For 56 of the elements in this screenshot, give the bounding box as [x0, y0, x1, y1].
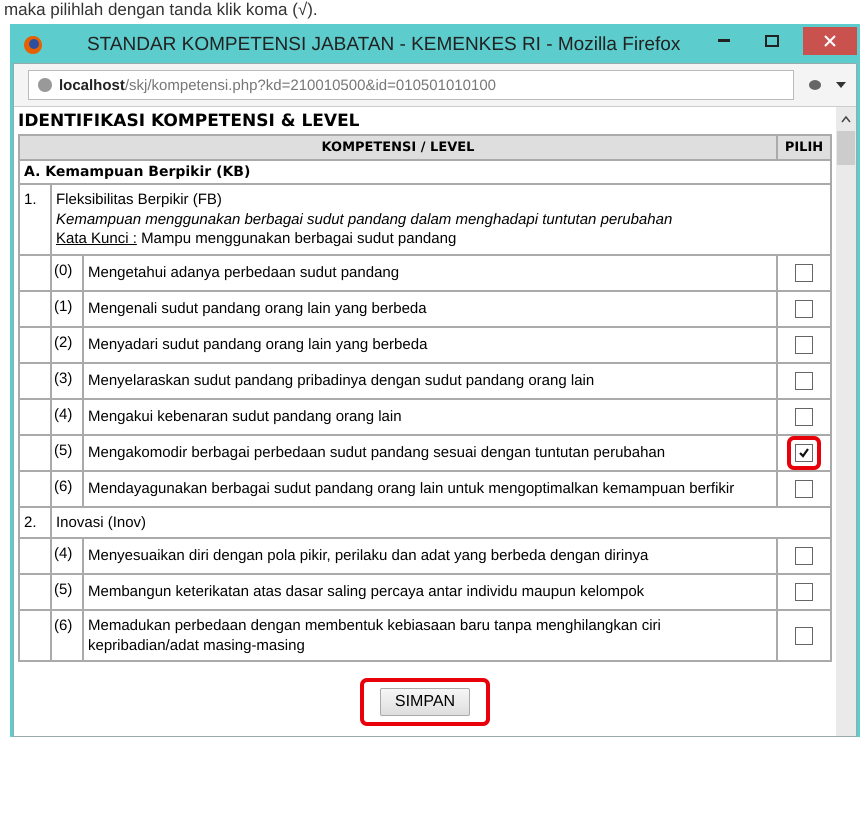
checkbox[interactable]	[795, 480, 813, 498]
level-description: Memadukan perbedaan dengan membentuk kebiasaan baru tanpa menghilangkan ciri kepribadian/adat masing-masing	[83, 610, 777, 661]
checkbox[interactable]	[795, 626, 813, 644]
level-number: (6)	[51, 610, 83, 661]
competency-number: 1.	[19, 184, 51, 254]
competency-name: Fleksibilitas Berpikir (FB)	[56, 190, 223, 210]
checkbox[interactable]	[795, 547, 813, 565]
level-description: Menyadari sudut pandang orang lain yang berbeda	[83, 326, 777, 362]
level-number: (2)	[51, 326, 83, 362]
checkbox[interactable]	[795, 264, 813, 282]
competency-number: 2.	[19, 506, 51, 538]
checkbox[interactable]	[795, 408, 813, 426]
scrollbar-thumb[interactable]	[837, 131, 855, 165]
section-title: IDENTIFIKASI KOMPETENSI & LEVEL	[18, 110, 361, 133]
checkbox[interactable]	[795, 444, 813, 462]
scroll-up-icon[interactable]	[841, 115, 851, 123]
caption-text: maka pilihlah dengan tanda klik koma (√).	[3, 0, 319, 20]
level-description: Menyesuaikan diri dengan pola pikir, perilaku dan adat yang berbeda dengan dirinya	[83, 538, 777, 574]
address-bar[interactable]: localhost/skj/kompetensi.php?kd=210010500&id=010501010100	[28, 70, 794, 100]
level-description: Membangun keterikatan atas dasar saling percaya antar individu maupun kelompok	[83, 574, 777, 610]
level-description: Mengetahui adanya perbedaan sudut pandang	[83, 254, 777, 290]
level-number: (4)	[51, 538, 83, 574]
level-number: (3)	[51, 362, 83, 398]
column-header: KOMPETENSI / LEVEL	[19, 135, 777, 160]
level-description: Mendayagunakan berbagai sudut pandang orang lain untuk mengoptimalkan kemampuan berfikir	[83, 470, 777, 506]
close-icon	[824, 35, 836, 47]
browser-logo-icon	[23, 35, 43, 55]
competency-description: Kemampuan menggunakan berbagai sudut pandang dalam menghadapi tuntutan perubahan	[56, 210, 674, 229]
checkbox[interactable]	[795, 372, 813, 390]
competency-name: Inovasi (Inov)	[56, 512, 148, 532]
checkbox[interactable]	[795, 583, 813, 601]
level-description: Menyelaraskan sudut pandang pribadinya dengan sudut pandang orang lain	[83, 362, 777, 398]
window-title: STANDAR KOMPETENSI JABATAN - KEMENKES RI - Mozilla Firefox	[86, 34, 682, 56]
group-heading: A. Kemampuan Berpikir (KB)	[19, 160, 831, 184]
keyword-text: Kata Kunci : Mampu menggunakan berbagai sudut pandang	[56, 229, 458, 248]
level-number: (5)	[51, 574, 83, 610]
level-number: (1)	[51, 290, 83, 326]
checkbox[interactable]	[795, 300, 813, 318]
checkbox[interactable]	[795, 336, 813, 354]
check-icon	[798, 446, 810, 458]
level-description: Mengakomodir berbagai perbedaan sudut pandang sesuai dengan tuntutan perubahan	[83, 434, 777, 470]
level-number: (4)	[51, 398, 83, 434]
globe-icon	[37, 77, 53, 93]
level-description: Mengakui kebenaran sudut pandang orang lain	[83, 398, 777, 434]
level-description: Mengenali sudut pandang orang lain yang berbeda	[83, 290, 777, 326]
save-button[interactable]: SIMPAN	[380, 688, 470, 716]
url-text: localhost/skj/kompetensi.php?kd=210010500&id=010501010100	[59, 76, 496, 94]
scrollbar[interactable]	[836, 107, 856, 736]
level-number: (0)	[51, 254, 83, 290]
maximize-icon	[765, 35, 779, 47]
level-number: (5)	[51, 434, 83, 470]
level-number: (6)	[51, 470, 83, 506]
close-button[interactable]	[803, 27, 857, 55]
minimize-icon	[718, 39, 730, 43]
dropdown-caret-icon[interactable]	[836, 82, 846, 88]
column-header: PILIH	[777, 135, 831, 160]
